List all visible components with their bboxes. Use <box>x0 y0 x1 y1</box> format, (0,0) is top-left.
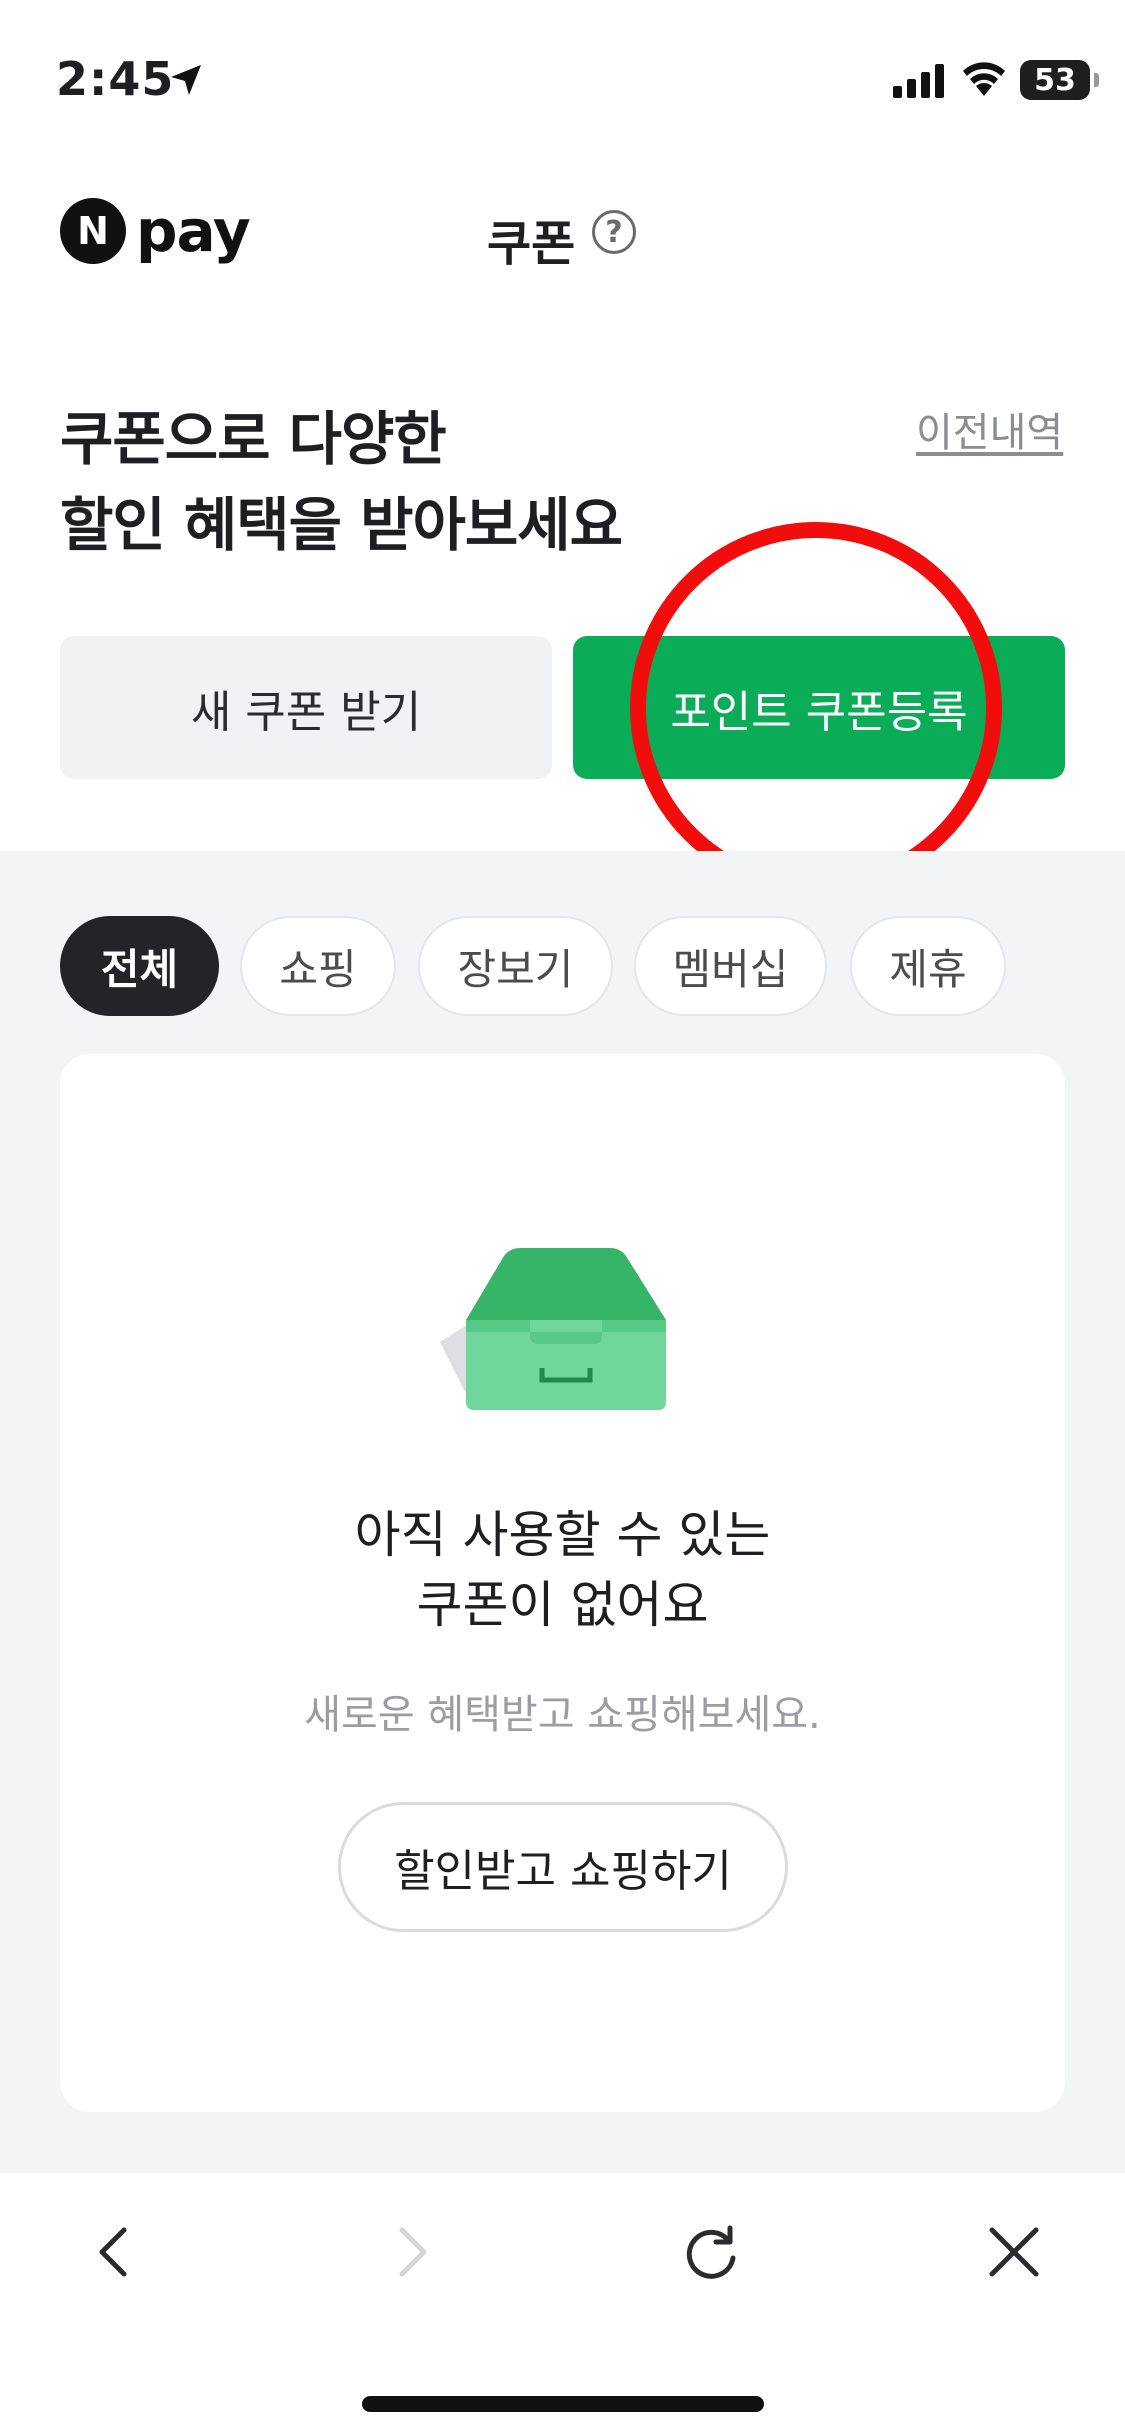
status-time: 2:45 <box>56 52 175 106</box>
location-arrow-icon <box>171 65 201 95</box>
history-link[interactable]: 이전내역 <box>916 400 1063 458</box>
filter-chip-shopping[interactable]: 쇼핑 <box>240 916 396 1016</box>
filter-chip-partner[interactable]: 제휴 <box>850 916 1006 1016</box>
empty-state-title-line2: 쿠폰이 없어요 <box>416 1576 709 1634</box>
npay-logo: N pay <box>60 197 251 265</box>
wifi-icon <box>963 62 1005 96</box>
help-icon[interactable]: ? <box>592 210 636 254</box>
npay-logo-mark: N <box>60 198 126 264</box>
hero-title-line1: 쿠폰으로 다양한 <box>60 405 447 473</box>
npay-logo-text: pay <box>136 197 251 265</box>
filter-chip-grocery[interactable]: 장보기 <box>418 916 613 1016</box>
highlight-circle-annotation <box>630 522 1002 894</box>
cellular-signal-icon <box>893 64 944 98</box>
header: N pay 쿠폰 ? <box>0 180 1125 290</box>
shop-with-discount-button[interactable]: 할인받고 쇼핑하기 <box>338 1802 788 1932</box>
filter-chip-membership[interactable]: 멤버십 <box>634 916 827 1016</box>
forward-icon[interactable] <box>388 2222 438 2282</box>
empty-state-title-line1: 아직 사용할 수 있는 <box>354 1506 771 1564</box>
empty-state-title: 아직 사용할 수 있는 쿠폰이 없어요 <box>0 1500 1125 1640</box>
hero-title: 쿠폰으로 다양한 할인 혜택을 받아보세요 <box>60 396 623 568</box>
page-title: 쿠폰 <box>487 216 576 272</box>
hero-title-line2: 할인 혜택을 받아보세요 <box>60 491 623 559</box>
new-coupon-button[interactable]: 새 쿠폰 받기 <box>60 636 552 779</box>
close-icon[interactable] <box>984 2222 1044 2282</box>
filter-chip-all[interactable]: 전체 <box>60 916 219 1016</box>
empty-inbox-icon <box>440 1248 666 1410</box>
battery-indicator: 53 <box>1020 60 1099 100</box>
empty-state-subtitle: 새로운 혜택받고 쇼핑해보세요. <box>304 1692 821 1738</box>
refresh-icon[interactable] <box>680 2222 742 2284</box>
back-icon[interactable] <box>88 2222 138 2282</box>
home-indicator[interactable] <box>362 2396 764 2412</box>
status-bar: 2:45 53 <box>0 0 1125 150</box>
